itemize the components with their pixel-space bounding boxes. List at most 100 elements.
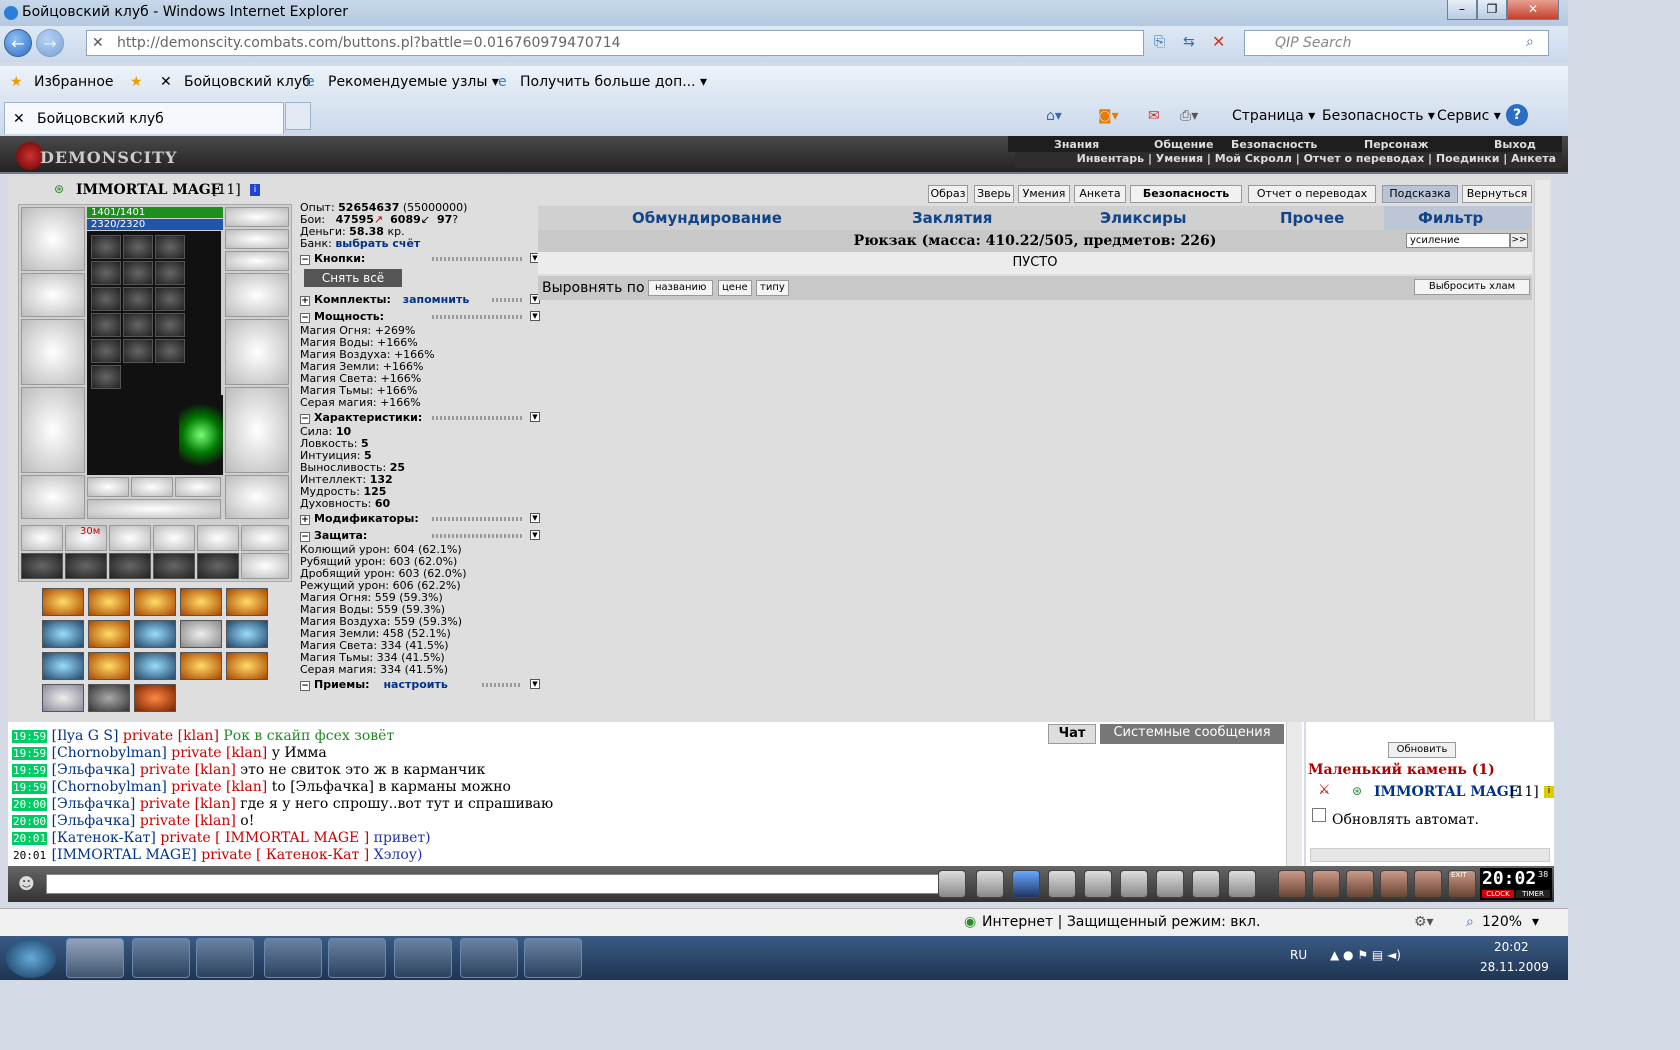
add-favorite-icon[interactable]: ★ [130,74,143,90]
feeds-icon[interactable]: ◙▾ [1098,108,1119,124]
search-input[interactable]: QIP Search [1244,30,1549,56]
chat-private[interactable]: private [ Катенок-Кат ] [201,847,369,863]
main-scrollbar[interactable] [1534,180,1550,720]
effect-icon[interactable] [88,652,130,680]
scroll-slot[interactable] [241,553,289,579]
menu-knowledge[interactable]: Знания [1054,138,1099,151]
chat-time[interactable]: 19:59 [12,764,48,777]
btn-return[interactable]: Вернуться [1462,185,1532,203]
start-button[interactable] [6,938,56,978]
taskbar-skype[interactable] [524,938,582,978]
skill-icon[interactable] [1346,870,1374,898]
exit-icon[interactable]: EXIT [1448,870,1476,898]
inv-slot[interactable] [123,261,153,285]
back-button[interactable]: ← [4,29,32,57]
collapse-icon[interactable]: − [300,532,310,542]
tab-system-messages[interactable]: Системные сообщения [1100,724,1284,744]
section-tricks[interactable]: − Приемы: настроить ▼ [300,676,540,693]
chat-private[interactable]: private [klan] [140,796,236,812]
fav-link-more[interactable]: Получить больше доп... ▾ [520,74,707,90]
sort-name-button[interactable]: названию [648,280,714,296]
arrow-down-icon[interactable]: ▼ [530,311,540,321]
filter-icon[interactable] [1012,870,1040,898]
inv-slot[interactable] [155,313,185,337]
effect-icon[interactable] [180,588,222,616]
service-menu[interactable]: Сервис ▾ [1437,108,1501,124]
arrow-down-icon[interactable]: ▼ [530,412,540,422]
btn-profile[interactable]: Анкета [1074,185,1126,203]
collapse-icon[interactable]: − [300,255,310,265]
chat-nick[interactable]: [IMMORTAL MAGE] [52,847,197,863]
save-icon[interactable] [1048,870,1076,898]
effect-icon[interactable] [42,652,84,680]
armor-slot[interactable] [21,387,85,473]
remember-set-link[interactable]: запомнить [403,293,470,306]
refresh-button[interactable]: Обновить [1388,742,1456,758]
taskbar-app2[interactable] [394,938,452,978]
arrow-down-icon[interactable]: ▼ [530,679,540,689]
chat-time[interactable]: 20:00 [12,815,48,828]
sound-icon[interactable] [1156,870,1184,898]
fav-link-club[interactable]: Бойцовский клуб [184,74,311,90]
rune-slot[interactable] [87,477,129,497]
potion-icon[interactable] [1278,870,1306,898]
tab-spells[interactable]: Заклятия [912,209,992,227]
info-icon[interactable]: i [1544,786,1554,798]
forward-button[interactable]: → [36,29,64,57]
throw-junk-button[interactable]: Выбросить хлам [1414,279,1530,295]
btn-skills[interactable]: Умения [1018,185,1070,203]
info-icon[interactable]: i [250,184,260,196]
section-buttons[interactable]: − Кнопки: ▼ [300,250,540,267]
tab-other[interactable]: Прочее [1280,209,1344,227]
chat-nick[interactable]: [Эльфачка] [52,796,136,812]
inv-slot[interactable] [123,287,153,311]
effect-icon[interactable] [180,620,222,648]
inv-slot[interactable] [91,235,121,259]
chat-nick[interactable]: [Ilya G S] [52,728,119,744]
taskbar-itunes[interactable] [460,938,518,978]
minimize-button[interactable]: – [1447,0,1477,20]
close-button[interactable]: ✕ [1507,0,1559,20]
inv-slot[interactable] [155,339,185,363]
attack-icon[interactable]: ⚔ [1318,782,1331,798]
collapse-icon[interactable]: − [300,313,310,323]
translit-icon[interactable] [1120,870,1148,898]
collapse-icon[interactable]: − [300,681,310,691]
filter-input[interactable]: усиление [1406,233,1510,248]
chat-time[interactable]: 20:01 [12,832,48,845]
pocket-slot[interactable] [197,525,239,551]
effect-icon[interactable] [88,684,130,712]
taskbar-game[interactable] [264,938,322,978]
fav-link-suggested[interactable]: Рекомендуемые узлы ▾ [328,74,499,90]
taskbar-app[interactable] [132,938,190,978]
scroll-slot[interactable] [153,553,195,579]
bracer-slot[interactable] [21,273,85,317]
tray-icons[interactable]: ▲ ● ⚑ ▤ ◄) [1330,948,1401,962]
weapon-slot[interactable] [21,319,85,385]
inv-slot[interactable] [123,339,153,363]
print-icon[interactable]: ⎙▾ [1180,108,1198,124]
scroll-slot[interactable] [65,553,107,579]
sort-price-button[interactable]: цене [718,280,752,296]
send-icon[interactable] [938,870,966,898]
filter-label[interactable]: Фильтр [1418,209,1483,227]
expand-icon[interactable]: + [300,515,310,525]
help-button[interactable]: ? [1506,104,1528,126]
scroll-slot[interactable] [109,553,151,579]
effect-icon[interactable] [226,588,268,616]
chat-input[interactable] [46,874,942,894]
fight-icon[interactable] [1084,870,1112,898]
tab-equipment[interactable]: Обмундирование [632,209,782,227]
arrow-down-icon[interactable]: ▼ [530,530,540,540]
effect-icon[interactable] [42,684,84,712]
auto-refresh-checkbox[interactable] [1312,808,1326,822]
chat-private[interactable]: private [klan] [171,779,267,795]
helmet-icon[interactable] [1228,870,1256,898]
effect-icon[interactable] [134,620,176,648]
chat-nick[interactable]: [Chornobylman] [52,745,167,761]
horizontal-scrollbar[interactable] [1310,848,1550,862]
chat-private[interactable]: private [klan] [140,813,236,829]
effect-icon[interactable] [180,652,222,680]
boots-slot[interactable] [225,475,289,519]
inv-slot[interactable] [123,235,153,259]
